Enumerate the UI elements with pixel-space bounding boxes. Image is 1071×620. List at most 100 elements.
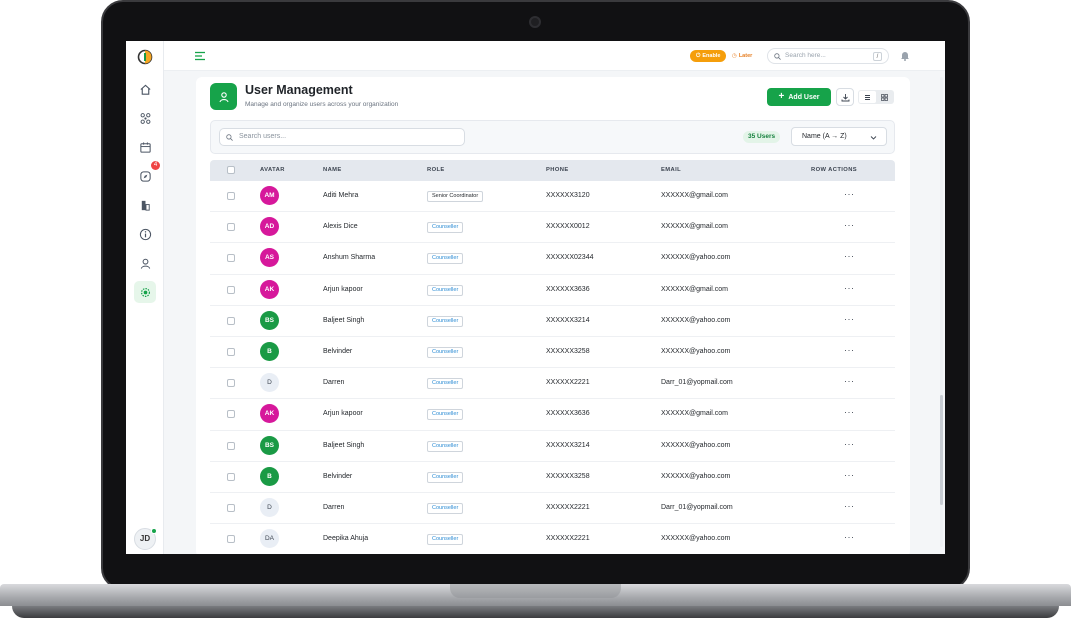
row-name: Darren (323, 503, 345, 511)
table-row[interactable]: AK Arjun kapoor Counseller XXXXXX3636 XXXXXX… (210, 399, 895, 431)
column-header-name[interactable]: NAME (323, 167, 342, 173)
row-avatar: AM (260, 186, 279, 205)
row-checkbox[interactable] (227, 285, 235, 294)
row-name: Belvinder (323, 472, 353, 480)
sort-select[interactable]: Name (A → Z) (791, 127, 887, 146)
row-actions-button[interactable]: ··· (844, 314, 855, 324)
sidebar-item-settings[interactable] (134, 281, 156, 303)
enable-notifications-button[interactable]: ⏻ Enable (690, 50, 727, 62)
row-phone: XXXXXX2221 (546, 535, 590, 543)
row-checkbox[interactable] (227, 347, 235, 356)
row-avatar: AK (260, 279, 279, 299)
row-checkbox[interactable] (227, 441, 235, 450)
row-name: Anshum Sharma (323, 254, 376, 262)
current-user-avatar[interactable]: JD (134, 528, 157, 550)
sidebar-item-profile[interactable] (134, 252, 156, 274)
row-phone: XXXXXX3636 (546, 285, 590, 293)
row-actions-button[interactable]: ··· (844, 251, 855, 261)
app-logo-icon (137, 49, 153, 65)
table-row[interactable]: B Belvinder Counseller XXXXXX3258 XXXXXX@yah… (210, 336, 895, 369)
row-email: XXXXXX@yahoo.com (661, 535, 731, 543)
row-actions-button[interactable]: ··· (844, 189, 855, 199)
table-row[interactable]: BS Baljeet Singh Counseller XXXXXX3214 XXXXX… (210, 430, 895, 462)
page-title: User Management (245, 83, 353, 97)
row-email: Darr_01@yopmail.com (661, 379, 733, 387)
view-toggle (858, 90, 894, 104)
row-checkbox[interactable] (227, 410, 235, 419)
row-checkbox[interactable] (227, 316, 235, 325)
later-label: Later (738, 53, 753, 59)
sidebar-item-info[interactable] (134, 223, 156, 245)
sidebar-item-notifications[interactable]: 4 (134, 161, 160, 187)
row-checkbox[interactable] (227, 192, 235, 200)
bell-icon[interactable] (900, 50, 910, 61)
row-actions-button[interactable]: ··· (844, 407, 855, 417)
table-row[interactable]: AM Aditi Mehra Senior Coordinator XXXXXX312… (210, 181, 895, 213)
page-subtitle: Manage and organize users across your or… (245, 101, 399, 108)
row-checkbox[interactable] (227, 535, 235, 544)
search-icon (774, 53, 781, 60)
global-search-input[interactable]: Search here... / (767, 48, 889, 64)
row-phone: XXXXXX0012 (546, 223, 590, 231)
row-checkbox[interactable] (227, 254, 235, 263)
row-actions-button[interactable]: ··· (844, 439, 855, 449)
sidebar-item-reports[interactable] (134, 194, 156, 216)
row-actions-button[interactable]: ··· (844, 376, 855, 386)
search-icon (226, 134, 233, 141)
list-view-button[interactable] (859, 91, 876, 103)
table-row[interactable]: AS Anshum Sharma Counseller XXXXXX02344 XXXX… (210, 243, 895, 275)
row-email: XXXXXX@gmail.com (661, 285, 729, 293)
sidebar-item-calendar[interactable] (134, 136, 156, 158)
row-actions-button[interactable]: ··· (844, 345, 855, 355)
column-header-role[interactable]: ROLE (427, 167, 445, 173)
user-icon (218, 91, 229, 102)
row-name: Alexis Dice (323, 223, 358, 231)
row-role-tag: Counseller (427, 315, 464, 327)
column-header-row-actions: ROW ACTIONS (811, 167, 858, 173)
table-row[interactable]: D Darren Counseller XXXXXX2221 Darr_01@yopma… (210, 492, 895, 525)
plus-icon: + (778, 91, 785, 102)
row-actions-button[interactable]: ··· (844, 470, 855, 480)
sidebar-item-home[interactable] (134, 78, 156, 100)
table-row[interactable]: AK Arjun kapoor Counseller XXXXXX3636 XXXXXX… (210, 274, 895, 306)
table-row[interactable]: B Belvinder Counseller XXXXXX3258 XXXXXX@yah… (210, 461, 895, 493)
download-button[interactable] (836, 88, 854, 106)
row-avatar: DA (260, 529, 279, 549)
sidebar: 4 JD (126, 41, 164, 554)
select-all-checkbox[interactable] (227, 166, 235, 174)
table-row[interactable]: AD Alexis Dice Counseller XXXXXX0012 XXXXXX@… (210, 212, 895, 244)
camera-icon (529, 16, 541, 28)
row-checkbox[interactable] (227, 379, 235, 388)
row-actions-button[interactable]: ··· (844, 532, 855, 542)
user-icon (140, 258, 150, 269)
row-role-tag: Counseller (427, 284, 464, 296)
column-header-email[interactable]: EMAIL (661, 167, 681, 173)
row-role-tag: Counseller (427, 534, 464, 546)
table-row[interactable]: DA Deepika Ahuja Counseller XXXXXX2221 XXXXX… (210, 524, 895, 554)
row-role-tag: Counseller (427, 378, 464, 390)
row-checkbox[interactable] (227, 503, 235, 512)
search-users-input[interactable]: Search users... (219, 128, 465, 146)
sidebar-item-network[interactable] (134, 107, 156, 129)
later-button[interactable]: ◷ Later (732, 50, 752, 62)
sort-select-value: Name (A → Z) (802, 133, 847, 140)
column-header-phone[interactable]: PHONE (546, 167, 569, 173)
row-role-tag: Counseller (427, 471, 464, 483)
row-checkbox[interactable] (227, 472, 235, 481)
table-row[interactable]: BS Baljeet Singh Counseller XXXXXX3214 XXXXX… (210, 305, 895, 337)
menu-icon[interactable] (194, 50, 206, 62)
row-avatar: B (260, 466, 279, 486)
row-actions-button[interactable]: ··· (844, 283, 855, 293)
grid-view-button[interactable] (877, 91, 894, 103)
enable-label: Enable (702, 53, 721, 59)
table-row[interactable]: D Darren Counseller XXXXXX2221 Darr_01@yopma… (210, 368, 895, 400)
row-actions-button[interactable]: ··· (844, 220, 855, 230)
row-avatar: D (260, 497, 279, 517)
search-shortcut-key: / (873, 52, 882, 61)
scrollbar-thumb[interactable] (940, 395, 943, 505)
row-role-tag: Counseller (427, 222, 464, 234)
row-checkbox[interactable] (227, 223, 235, 232)
add-user-button[interactable]: + Add User (767, 88, 831, 106)
add-user-label: Add User (788, 93, 820, 101)
row-actions-button[interactable]: ··· (844, 501, 855, 511)
